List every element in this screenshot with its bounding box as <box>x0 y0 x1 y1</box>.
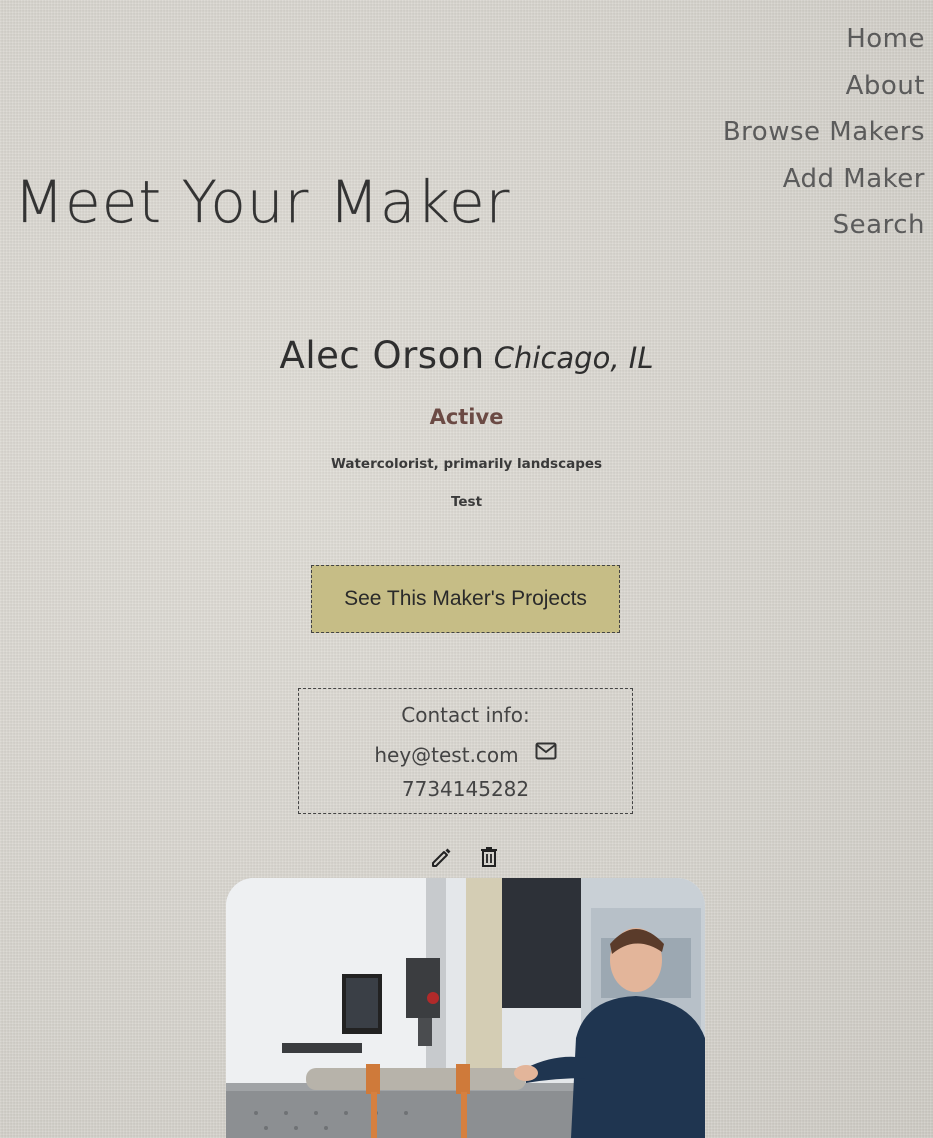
maker-note: Test <box>450 494 483 510</box>
main-nav: Home About Browse Makers Add Maker Searc… <box>723 16 925 249</box>
see-projects-button[interactable]: See This Maker's Projects <box>311 565 620 633</box>
contact-info-box: Contact info: hey@test.com 7734145282 <box>298 688 633 814</box>
maker-actions <box>430 844 500 868</box>
nav-about-link[interactable]: About <box>846 63 925 110</box>
site-title: Meet Your Maker <box>14 168 511 236</box>
maker-status: Active <box>429 405 504 429</box>
pencil-icon[interactable] <box>430 844 452 868</box>
maker-photo <box>226 878 705 1138</box>
contact-email[interactable]: hey@test.com <box>374 743 518 767</box>
maker-heading: Alec Orson Chicago, IL <box>0 334 933 377</box>
mail-icon[interactable] <box>535 742 557 760</box>
nav-search-link[interactable]: Search <box>833 202 925 249</box>
contact-phone[interactable]: 7734145282 <box>299 777 632 801</box>
maker-name: Alec Orson <box>279 334 485 377</box>
nav-add-maker-link[interactable]: Add Maker <box>783 156 925 203</box>
maker-location: Chicago, IL <box>493 341 654 375</box>
contact-email-row: hey@test.com <box>299 742 632 767</box>
maker-bio: Watercolorist, primarily landscapes <box>330 456 603 472</box>
nav-home-link[interactable]: Home <box>846 16 925 63</box>
nav-browse-makers-link[interactable]: Browse Makers <box>723 109 925 156</box>
contact-label: Contact info: <box>401 703 530 727</box>
trash-icon[interactable] <box>478 844 500 868</box>
